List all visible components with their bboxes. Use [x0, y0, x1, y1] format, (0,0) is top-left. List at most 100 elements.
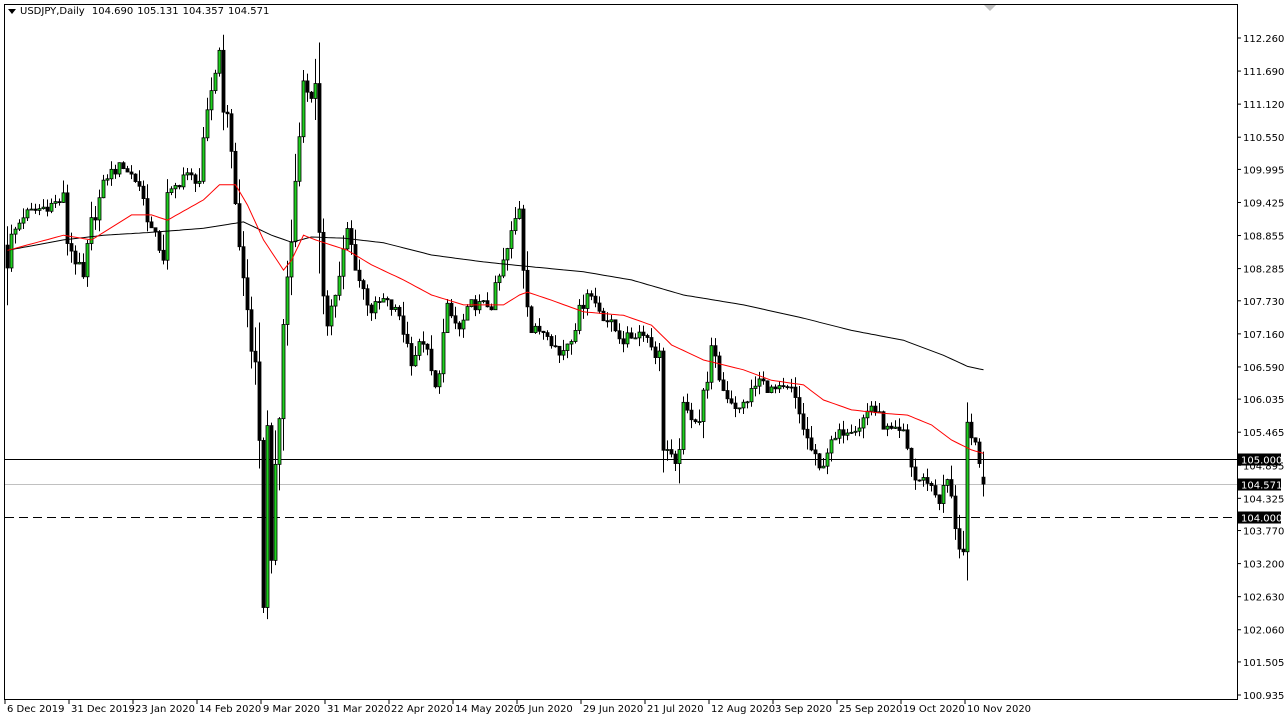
bear-candle [234, 151, 237, 203]
bear-candle [162, 250, 165, 260]
bear-candle [890, 426, 893, 428]
bull-candle [470, 300, 473, 307]
bull-candle [110, 169, 113, 178]
bull-candle [102, 180, 105, 198]
bear-candle [46, 207, 49, 211]
bull-candle [942, 485, 945, 503]
bear-candle [114, 169, 117, 174]
bear-candle [370, 305, 373, 313]
bear-candle [362, 281, 365, 289]
bull-candle [30, 209, 33, 210]
bull-candle [182, 175, 185, 187]
chart-shift-marker-icon[interactable] [984, 5, 996, 11]
y-tick-label: 103.770 [1243, 527, 1284, 538]
bear-candle [934, 486, 937, 495]
bull-candle [710, 346, 713, 383]
bull-candle [206, 110, 209, 138]
x-tick-label: 12 Aug 2020 [711, 704, 775, 715]
bull-candle [830, 440, 833, 453]
bull-candle [506, 249, 509, 260]
bear-candle [130, 172, 133, 174]
bull-candle [478, 302, 481, 310]
bull-candle [214, 73, 217, 90]
bear-candle [806, 429, 809, 438]
y-tick-label: 111.120 [1243, 100, 1284, 111]
bear-candle [818, 454, 821, 468]
bull-candle [118, 163, 121, 174]
bear-candle [142, 186, 145, 198]
bear-candle [814, 450, 817, 454]
bear-candle [970, 422, 973, 438]
bear-candle [910, 448, 913, 467]
bear-candle [614, 320, 617, 331]
bull-candle [778, 386, 781, 389]
bull-candle [414, 355, 417, 365]
bull-candle [302, 81, 305, 137]
price-label: 104.000 [1241, 514, 1282, 525]
y-tick-label: 100.935 [1243, 691, 1284, 702]
bear-candle [594, 296, 597, 303]
bull-candle [78, 262, 81, 264]
bear-candle [974, 438, 977, 442]
bear-candle [602, 311, 605, 320]
x-tick-label: 21 Jul 2020 [647, 704, 704, 715]
bear-candle [94, 218, 97, 220]
bull-candle [186, 173, 189, 175]
bull-candle [330, 306, 333, 326]
bear-candle [686, 402, 689, 410]
bear-candle [366, 289, 369, 305]
bull-candle [394, 307, 397, 309]
bear-candle [898, 427, 901, 430]
bull-candle [626, 333, 629, 344]
bull-candle [638, 332, 641, 338]
bull-candle [22, 218, 25, 223]
bear-candle [874, 406, 877, 413]
bull-candle [894, 427, 897, 428]
bull-candle [698, 422, 701, 423]
bull-candle [494, 283, 497, 310]
bear-candle [378, 302, 381, 303]
price-chart[interactable]: 112.260111.690111.120110.550109.995109.4… [0, 0, 1285, 722]
bull-candle [706, 382, 709, 390]
bear-candle [398, 307, 401, 316]
price-label: 105.000 [1241, 456, 1282, 467]
bull-candle [502, 260, 505, 276]
bear-candle [790, 387, 793, 388]
bear-candle [550, 336, 553, 345]
bull-candle [274, 464, 277, 560]
bull-candle [50, 203, 53, 211]
bull-candle [570, 342, 573, 345]
bear-candle [454, 316, 457, 323]
bull-candle [38, 209, 41, 211]
bull-candle [922, 477, 925, 480]
bull-candle [210, 91, 213, 110]
bull-candle [902, 430, 905, 431]
x-tick-label: 25 Sep 2020 [839, 704, 902, 715]
bull-candle [658, 351, 661, 358]
bull-candle [10, 234, 13, 268]
bear-candle [962, 549, 965, 552]
bear-candle [406, 334, 409, 343]
bull-candle [314, 84, 317, 99]
bear-candle [906, 430, 909, 448]
bear-candle [538, 326, 541, 331]
bear-candle [802, 414, 805, 429]
bear-candle [250, 310, 253, 352]
bear-candle [690, 410, 693, 420]
bear-candle [546, 333, 549, 337]
bear-candle [670, 450, 673, 455]
y-tick-label: 107.730 [1243, 297, 1284, 308]
bear-candle [254, 351, 257, 362]
x-tick-label: 14 May 2020 [455, 704, 520, 715]
bear-candle [762, 379, 765, 381]
bear-candle [598, 303, 601, 311]
x-tick-label: 6 Dec 2019 [7, 704, 65, 715]
bear-candle [306, 81, 309, 92]
bear-candle [310, 92, 313, 98]
bull-candle [634, 338, 637, 339]
bull-candle [62, 193, 65, 203]
bear-candle [138, 182, 141, 187]
bull-candle [858, 428, 861, 431]
bear-candle [526, 270, 529, 306]
bear-candle [730, 399, 733, 403]
